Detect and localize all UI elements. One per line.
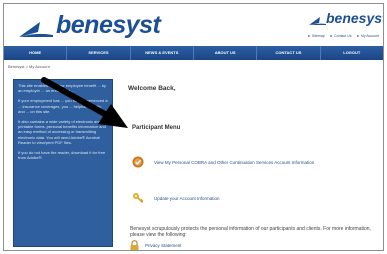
sidebar-paragraph: This site enables a ... your employee be…	[18, 83, 107, 94]
sidebar-info-panel: This site enables a ... your employee be…	[13, 79, 113, 247]
nav-logout[interactable]: LOGOUT	[321, 46, 383, 60]
breadcrumb[interactable]: Benesyst > My Account	[8, 64, 50, 69]
logo-text: benesyst	[56, 11, 161, 39]
privacy-statement-item[interactable]: Privacy Statement	[130, 240, 182, 250]
nav-services[interactable]: SERVICES	[67, 46, 131, 60]
benesyst-logo-small[interactable]: benesyst	[309, 10, 383, 30]
site-header: benesyst benesyst ► Sitemap ► Contact Us…	[4, 4, 383, 44]
menu-item-cobra-account[interactable]: View My Personal COBRA and Other Continu…	[132, 156, 314, 168]
nav-news-events[interactable]: NEWS & EVENTS	[131, 46, 194, 60]
cobra-account-link[interactable]: View My Personal COBRA and Other Continu…	[154, 160, 314, 165]
sidebar-paragraph: If you do not have the reader, download …	[18, 150, 106, 161]
nav-about-us[interactable]: ABOUT US	[194, 46, 258, 60]
sidebar-paragraph: It also contains a wide variety of elect…	[18, 119, 106, 145]
lock-icon	[130, 240, 139, 250]
checkmark-seal-icon	[132, 156, 144, 168]
menu-item-update-account[interactable]: Update your Account Information	[132, 192, 220, 204]
main-content: Welcome Back, Participant Menu View My P…	[124, 82, 379, 250]
privacy-notice: Benesyst scrupulously protects the perso…	[130, 226, 371, 238]
logo-small-text: benesyst	[326, 10, 384, 26]
key-icon	[133, 193, 144, 203]
utility-links: ► Sitemap ► Contact Us ► My Account	[307, 34, 379, 38]
update-account-link[interactable]: Update your Account Information	[154, 196, 220, 201]
sitemap-link[interactable]: ► Sitemap	[307, 34, 324, 38]
nav-home[interactable]: HOME	[4, 46, 68, 60]
main-nav: HOME SERVICES NEWS & EVENTS ABOUT US CON…	[4, 46, 383, 60]
logo-swoosh-icon	[19, 22, 53, 37]
logo-swoosh-small-icon	[309, 17, 326, 25]
sidebar-paragraph: If your employment has ... you have expe…	[18, 98, 108, 114]
participant-menu-title: Participant Menu	[132, 125, 181, 131]
privacy-statement-link[interactable]: Privacy Statement	[145, 243, 182, 248]
nav-contact-us[interactable]: CONTACT US	[257, 46, 321, 60]
contact-us-link[interactable]: ► Contact Us	[330, 34, 352, 38]
my-account-link[interactable]: ► My Account	[356, 34, 379, 38]
browser-page: benesyst benesyst ► Sitemap ► Contact Us…	[3, 3, 384, 251]
welcome-heading: Welcome Back,	[128, 85, 176, 92]
